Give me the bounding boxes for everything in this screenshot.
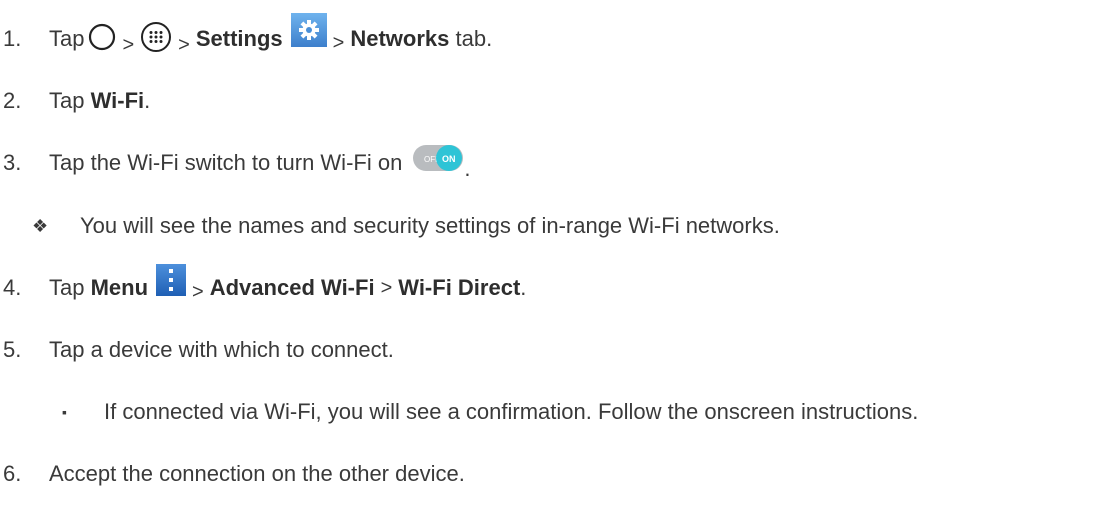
note-bullet: ❖ You will see the names and security se… xyxy=(32,206,780,246)
step-text: Tap xyxy=(49,26,85,51)
settings-gear-icon xyxy=(290,13,327,51)
diamond-bullet-icon: ❖ xyxy=(32,216,49,236)
home-circle-icon xyxy=(88,23,116,55)
step-number: 6. xyxy=(3,461,22,486)
menu-label: Menu xyxy=(90,275,149,300)
instructions-document: 1. Tap > > Settings > Networks tab. 2. T… xyxy=(0,0,1094,510)
step-5: 5. Tap a device with which to connect. xyxy=(0,330,394,370)
step-number: 1. xyxy=(3,26,22,51)
step-1: 1. Tap > > Settings > Networks tab. xyxy=(0,13,493,59)
separator: > xyxy=(178,34,190,56)
square-bullet-icon: ▪ xyxy=(62,404,67,420)
separator: > xyxy=(122,34,135,56)
step-text: Accept the connection on the other devic… xyxy=(49,461,465,486)
step-number: 2. xyxy=(3,88,22,113)
step-text: tab. xyxy=(449,26,493,51)
networks-label: Networks xyxy=(350,26,450,51)
separator: > xyxy=(380,277,393,299)
step-number: 3. xyxy=(3,150,22,175)
settings-label: Settings xyxy=(195,26,283,51)
wifi-toggle-icon: OFF ON xyxy=(412,144,464,176)
apps-grid-icon xyxy=(140,21,172,57)
step-text: Tap the Wi-Fi switch to turn Wi-Fi on xyxy=(49,150,403,175)
separator: > xyxy=(192,281,204,303)
step-text: . xyxy=(520,275,527,300)
note-text: You will see the names and security sett… xyxy=(80,213,780,238)
sub-bullet-text: If connected via Wi-Fi, you will see a c… xyxy=(104,399,919,424)
step-4: 4. Tap Menu > Advanced Wi-Fi > Wi-Fi Dir… xyxy=(0,264,527,308)
step-text: Tap xyxy=(49,275,91,300)
step-text: Tap a device with which to connect. xyxy=(49,337,394,362)
toggle-on-label: ON xyxy=(442,154,456,164)
step-number: 5. xyxy=(3,337,22,362)
step-text: . xyxy=(464,156,471,181)
wifi-direct-label: Wi-Fi Direct xyxy=(398,275,521,300)
step-number: 4. xyxy=(3,275,22,300)
step-3: 3. Tap the Wi-Fi switch to turn Wi-Fi on… xyxy=(0,143,470,183)
step-text: . xyxy=(144,88,151,113)
advanced-wifi-label: Advanced Wi-Fi xyxy=(209,275,375,300)
wifi-label: Wi-Fi xyxy=(90,88,145,113)
step-2: 2. Tap Wi-Fi . xyxy=(0,81,150,121)
sub-bullet: ▪ If connected via Wi-Fi, you will see a… xyxy=(62,392,918,432)
step-6: 6. Accept the connection on the other de… xyxy=(0,454,465,494)
menu-dots-icon xyxy=(156,264,187,300)
separator: > xyxy=(332,32,345,54)
step-text: Tap xyxy=(49,88,91,113)
